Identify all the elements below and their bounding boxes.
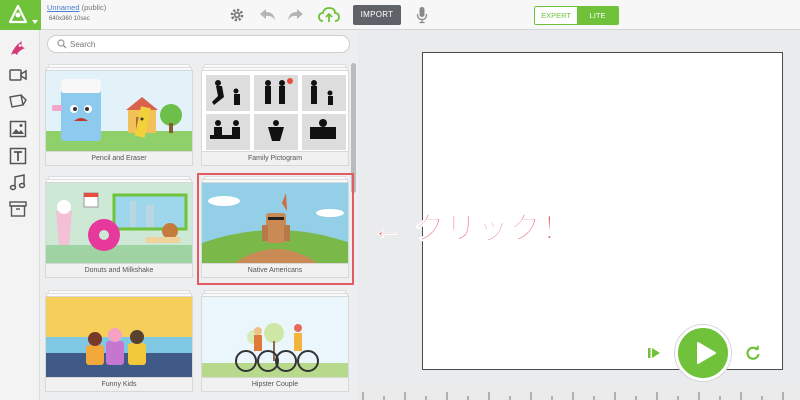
sidebar bbox=[0, 30, 40, 400]
props-icon[interactable] bbox=[8, 91, 28, 111]
template-thumbnail bbox=[201, 296, 349, 378]
image-icon[interactable] bbox=[8, 119, 28, 139]
timeline-ticks bbox=[362, 392, 784, 400]
import-button[interactable]: IMPORT bbox=[353, 5, 401, 25]
video-icon[interactable] bbox=[8, 65, 28, 85]
template-card-family-pictogram[interactable]: Family Pictogram bbox=[201, 64, 349, 176]
replay-icon[interactable] bbox=[743, 343, 763, 363]
upload-icon[interactable] bbox=[318, 6, 340, 24]
search-icon bbox=[57, 39, 67, 49]
search-box[interactable] bbox=[47, 35, 350, 53]
template-label: Family Pictogram bbox=[201, 152, 349, 166]
step-forward-icon[interactable] bbox=[644, 343, 664, 363]
project-name[interactable]: Unnamed bbox=[47, 3, 80, 12]
undo-icon[interactable] bbox=[259, 8, 277, 22]
template-label: Funny Kids bbox=[45, 378, 193, 392]
template-thumbnail bbox=[45, 70, 193, 152]
templates-icon[interactable] bbox=[8, 199, 28, 219]
character-icon[interactable] bbox=[8, 38, 28, 58]
template-card-donuts-and-milkshake[interactable]: Donuts and Milkshake bbox=[45, 176, 193, 288]
project-meta: 640x360 10sec bbox=[49, 16, 90, 22]
mode-toggle[interactable]: EXPERT LITE bbox=[534, 6, 619, 25]
annotation-click-here: ← クリック！ bbox=[372, 211, 574, 247]
project-visibility: (public) bbox=[81, 3, 107, 12]
template-label: Pencil and Eraser bbox=[45, 152, 193, 166]
selection-highlight bbox=[197, 173, 354, 285]
timeline-ruler[interactable] bbox=[358, 386, 800, 400]
app-logo-menu[interactable] bbox=[0, 0, 41, 30]
mode-expert-button[interactable]: EXPERT bbox=[535, 7, 577, 24]
template-label: Donuts and Milkshake bbox=[45, 264, 193, 278]
template-thumbnail bbox=[201, 70, 349, 152]
chevron-down-icon bbox=[32, 20, 38, 24]
logo-icon bbox=[8, 4, 28, 24]
music-icon[interactable] bbox=[8, 173, 28, 193]
play-icon bbox=[697, 342, 716, 364]
mode-lite-button[interactable]: LITE bbox=[577, 7, 618, 24]
template-card-pencil-and-eraser[interactable]: Pencil and Eraser bbox=[45, 64, 193, 176]
play-button[interactable] bbox=[675, 325, 731, 381]
redo-icon[interactable] bbox=[286, 8, 304, 22]
template-thumbnail bbox=[45, 182, 193, 264]
search-input[interactable] bbox=[70, 38, 330, 51]
gear-icon[interactable] bbox=[229, 7, 245, 23]
top-toolbar: Unnamed (public) 640x360 10sec IMPORT EX… bbox=[0, 0, 800, 30]
project-title[interactable]: Unnamed (public) bbox=[47, 3, 106, 12]
text-icon[interactable] bbox=[8, 146, 28, 166]
microphone-icon[interactable] bbox=[416, 6, 428, 24]
template-card-hipster-couple[interactable]: Hipster Couple bbox=[201, 290, 349, 400]
template-card-funny-kids[interactable]: Funny Kids bbox=[45, 290, 193, 400]
template-label: Hipster Couple bbox=[201, 378, 349, 392]
template-thumbnail bbox=[45, 296, 193, 378]
